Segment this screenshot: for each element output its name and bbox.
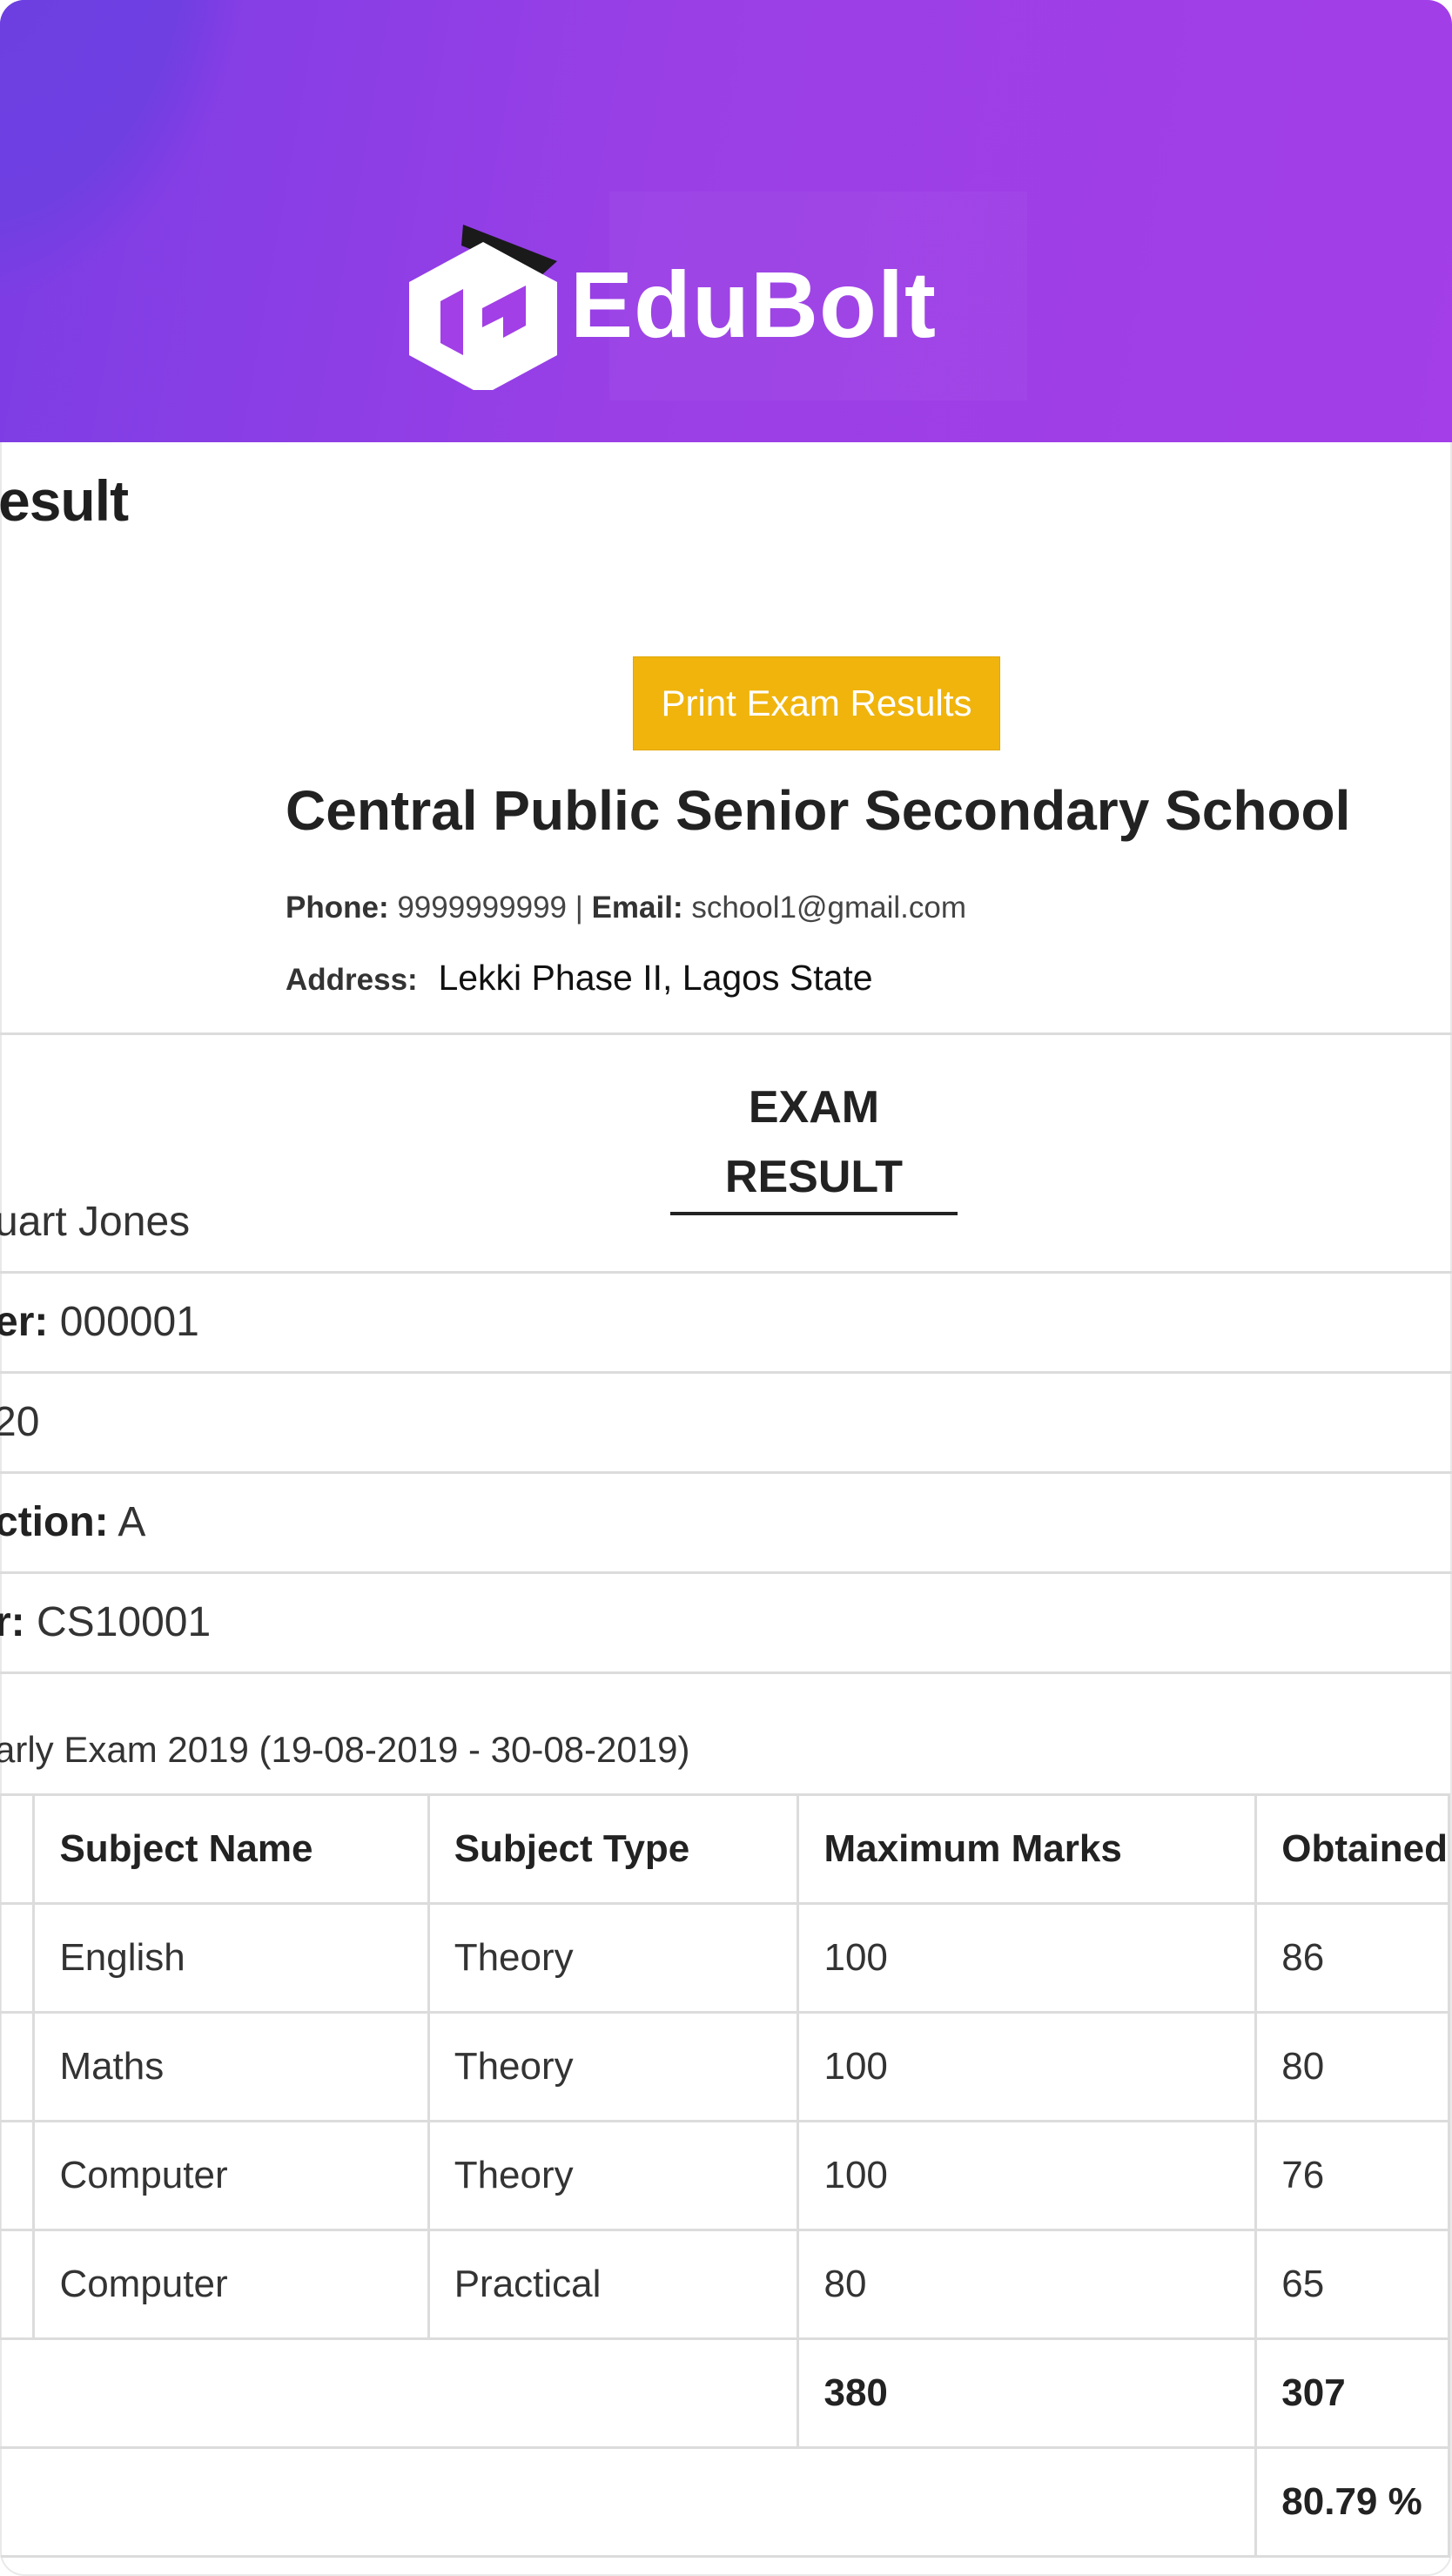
email-value: school1@gmail.com (691, 891, 966, 925)
subject-type-cell: Theory (427, 2120, 800, 2231)
roll-number-value: 000001 (59, 1299, 199, 1345)
serial-cell (0, 2120, 36, 2231)
roll-number-row: er: 000001 (0, 1274, 1452, 1374)
totals-row: 380 307 (0, 2337, 1450, 2449)
address-label: Address: (286, 963, 418, 997)
totals-spacer-cell (0, 2337, 800, 2449)
admission-number-value: CS10001 (37, 1599, 212, 1645)
section-value: A (118, 1499, 146, 1545)
divider (0, 1032, 1452, 1035)
obtained-cell: 86 (1254, 1902, 1450, 2014)
subject-type-header: Subject Type (427, 1793, 800, 1905)
brand-name: EduBolt (570, 252, 937, 357)
table-row: Computer Theory 100 76 (0, 2120, 1450, 2231)
obtained-cell: 80 (1254, 2011, 1450, 2122)
table-row: English Theory 100 86 (0, 1902, 1450, 2014)
class-value: 20 (0, 1399, 40, 1445)
section-row: ction: A (0, 1474, 1452, 1574)
obtained-cell: 76 (1254, 2120, 1450, 2231)
serial-cell (0, 2011, 36, 2122)
subject-name-cell: Computer (32, 2120, 430, 2231)
obtained-cell: 65 (1254, 2229, 1450, 2340)
table-header-row: Subject Name Subject Type Maximum Marks … (0, 1793, 1450, 1905)
serial-cell (0, 1902, 36, 2014)
email-label: Email: (591, 891, 683, 925)
edubolt-logo-icon (409, 225, 557, 390)
maximum-marks-cell: 80 (797, 2229, 1258, 2340)
student-name-row: uart Jones (0, 1174, 1452, 1274)
obtained-header: Obtained (1254, 1793, 1450, 1905)
admission-number-row: r: CS10001 (0, 1574, 1452, 1674)
print-exam-results-button[interactable]: Print Exam Results (633, 656, 1000, 750)
percentage-row: 80.79 % (0, 2446, 1450, 2558)
page-frame: EduBolt esult Print Exam Results Central… (0, 0, 1452, 2576)
banner-decoration (0, 0, 244, 296)
class-row: 20 (0, 1374, 1452, 1474)
subject-type-cell: Theory (427, 1902, 800, 2014)
table-row: Maths Theory 100 80 (0, 2011, 1450, 2122)
subject-type-cell: Practical (427, 2229, 800, 2340)
serial-header (0, 1793, 36, 1905)
phone-label: Phone: (286, 891, 389, 925)
table-row: Computer Practical 80 65 (0, 2229, 1450, 2340)
phone-value: 9999999999 (397, 891, 567, 925)
subject-name-cell: Computer (32, 2229, 430, 2340)
student-name-value: uart Jones (0, 1199, 191, 1245)
address-value: Lekki Phase II, Lagos State (438, 958, 873, 998)
school-contact: Phone: 9999999999 | Email: school1@gmail… (286, 884, 966, 932)
school-name: Central Public Senior Secondary School (286, 779, 1351, 842)
roll-number-label: er: (0, 1299, 49, 1345)
header-banner: EduBolt (0, 0, 1452, 442)
page-title: esult (0, 468, 129, 533)
percentage-spacer-cell (0, 2446, 1258, 2558)
section-label: ction: (0, 1499, 109, 1545)
maximum-marks-header: Maximum Marks (797, 1793, 1258, 1905)
results-table: Subject Name Subject Type Maximum Marks … (0, 1793, 1450, 2558)
serial-cell (0, 2229, 36, 2340)
maximum-marks-cell: 100 (797, 2011, 1258, 2122)
exam-name: arly Exam 2019 (19-08-2019 - 30-08-2019) (0, 1729, 690, 1770)
contact-separator: | (575, 891, 583, 925)
subject-name-cell: Maths (32, 2011, 430, 2122)
maximum-marks-cell: 100 (797, 1902, 1258, 2014)
maximum-marks-cell: 100 (797, 2120, 1258, 2231)
subject-name-cell: English (32, 1902, 430, 2014)
percentage-value: 80.79 % (1254, 2446, 1450, 2558)
total-max-marks: 380 (797, 2337, 1258, 2449)
total-obtained-marks: 307 (1254, 2337, 1450, 2449)
school-address: Address: Lekki Phase II, Lagos State (286, 953, 873, 1005)
admission-number-label: r: (0, 1599, 25, 1645)
subject-type-cell: Theory (427, 2011, 800, 2122)
subject-name-header: Subject Name (32, 1793, 430, 1905)
